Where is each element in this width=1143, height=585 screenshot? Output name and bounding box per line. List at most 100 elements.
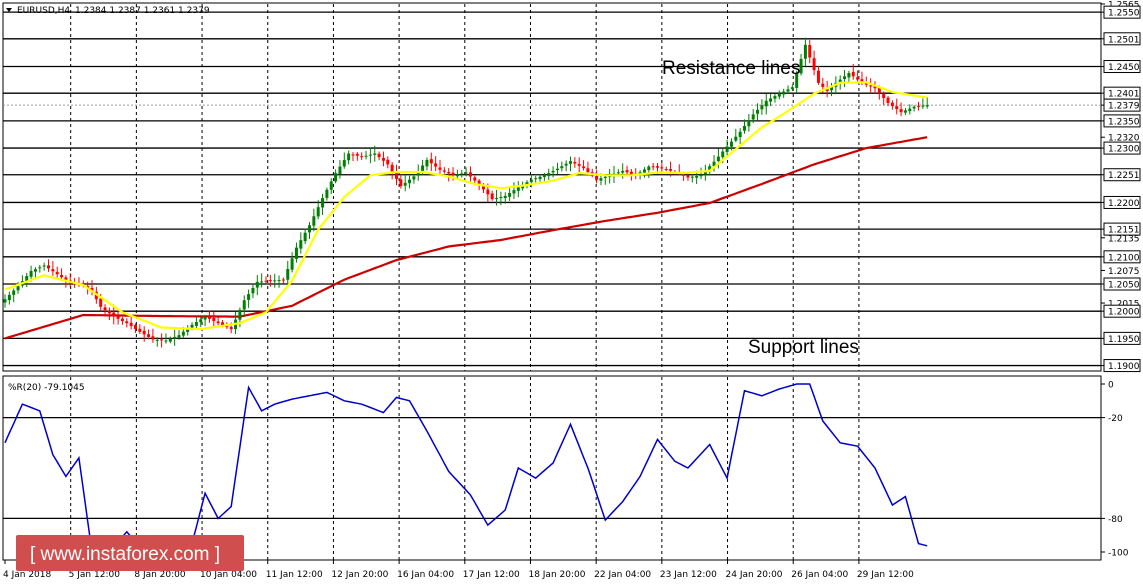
bear-candle [812,58,816,71]
bull-candle [547,173,551,177]
bull-candle [312,216,316,226]
bull-candle [3,299,7,303]
chart-menu-triangle-icon[interactable] [6,8,12,12]
time-label: 8 Jan 20:00 [134,570,186,580]
bear-candle [851,72,855,77]
bull-candle [325,189,329,198]
price-label: 1.2135 [1108,234,1140,244]
bull-candle [464,172,468,174]
bear-candle [438,167,442,170]
bear-candle [473,177,477,181]
price-label: 1.1900 [1108,362,1140,372]
bull-candle [738,131,742,138]
bull-candle [551,170,555,173]
trading-chart[interactable]: 1.25651.25501.25011.24501.24011.23791.23… [0,0,1143,585]
bull-candle [534,178,538,180]
bull-candle [403,182,407,186]
bear-candle [595,175,599,180]
bull-candle [155,339,159,341]
bull-candle [368,154,372,156]
bear-candle [264,280,268,282]
bull-candle [408,179,412,184]
bear-candle [116,315,120,319]
time-label: 12 Jan 20:00 [331,570,388,580]
bull-candle [751,114,755,120]
bear-candle [399,179,403,187]
bear-candle [429,159,433,164]
bear-candle [125,321,129,324]
bull-candle [716,156,720,162]
bear-candle [138,328,142,332]
bull-candle [164,340,168,342]
bear-candle [142,330,146,335]
wpr-label: %R(20) -79.1045 [8,383,85,393]
time-label: 4 Jan 2018 [3,570,51,580]
price-label: 1.2379 [1108,102,1140,112]
bull-candle [238,309,242,320]
bear-candle [682,174,686,176]
bull-candle [499,197,503,199]
bull-candle [421,165,425,171]
bull-candle [190,324,194,328]
bear-candle [51,269,55,272]
resistance-annotation: Resistance lines [662,58,800,79]
bull-candle [42,265,46,267]
bull-candle [725,146,729,152]
bear-candle [434,163,438,167]
bull-candle [603,176,607,179]
bull-candle [512,190,516,194]
bear-candle [268,280,272,282]
bear-candle [882,93,886,99]
bear-candle [386,159,390,165]
bull-candle [7,294,11,301]
bear-candle [381,157,385,161]
support-annotation: Support lines [748,337,859,358]
bull-candle [290,258,294,270]
bull-candle [555,168,559,171]
bear-candle [686,175,690,178]
bear-candle [207,316,211,319]
bull-candle [773,96,777,99]
bull-candle [560,166,564,169]
bull-candle [168,338,172,342]
bull-candle [843,76,847,80]
price-label: 1.2200 [1108,199,1140,209]
bear-candle [160,339,164,341]
bull-candle [29,270,33,277]
price-label: 1.2000 [1108,308,1140,318]
indicator-panel-frame [2,375,1102,561]
wpr-axis-label: -100 [1108,549,1129,559]
bull-candle [321,198,325,208]
bear-candle [917,105,920,107]
bull-candle [503,195,507,199]
bull-candle [455,174,459,177]
bull-candle [538,176,542,180]
price-label: 1.2075 [1108,267,1140,277]
bear-candle [281,279,285,281]
bull-candle [734,136,738,141]
instaforex-watermark[interactable]: [ www.instaforex.com ] [16,535,244,571]
time-label: 29 Jan 12:00 [857,570,914,580]
bull-candle [516,187,520,191]
ma-fast-layer [4,81,928,331]
bull-candle [647,166,651,171]
price-label: 1.2300 [1108,145,1140,155]
price-label: 1.2401 [1108,90,1140,100]
bear-candle [212,317,216,321]
bear-candle [360,156,364,158]
bull-candle [260,281,264,283]
bear-candle [447,171,451,174]
price-label: 1.2450 [1108,63,1140,73]
bull-candle [460,173,464,175]
bull-candle [616,172,620,174]
bear-candle [60,274,64,278]
bull-candle [769,98,773,102]
bull-candle [303,232,307,242]
bear-candle [899,109,903,113]
time-label: 24 Jan 20:00 [726,570,783,580]
price-label: 1.2550 [1108,9,1140,19]
bear-candle [355,153,359,156]
bull-candle [412,176,416,180]
bull-candle [173,336,177,339]
time-label: 5 Jan 12:00 [69,570,121,580]
